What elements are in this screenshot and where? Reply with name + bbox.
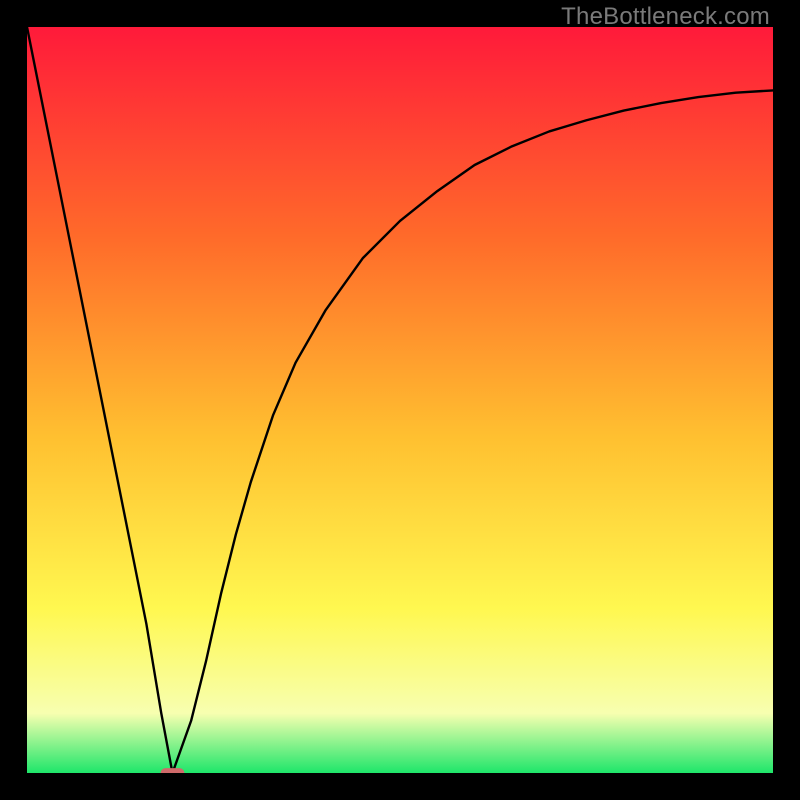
chart-frame: TheBottleneck.com bbox=[0, 0, 800, 800]
optimal-marker bbox=[161, 768, 185, 773]
bottleneck-chart bbox=[27, 27, 773, 773]
gradient-background bbox=[27, 27, 773, 773]
